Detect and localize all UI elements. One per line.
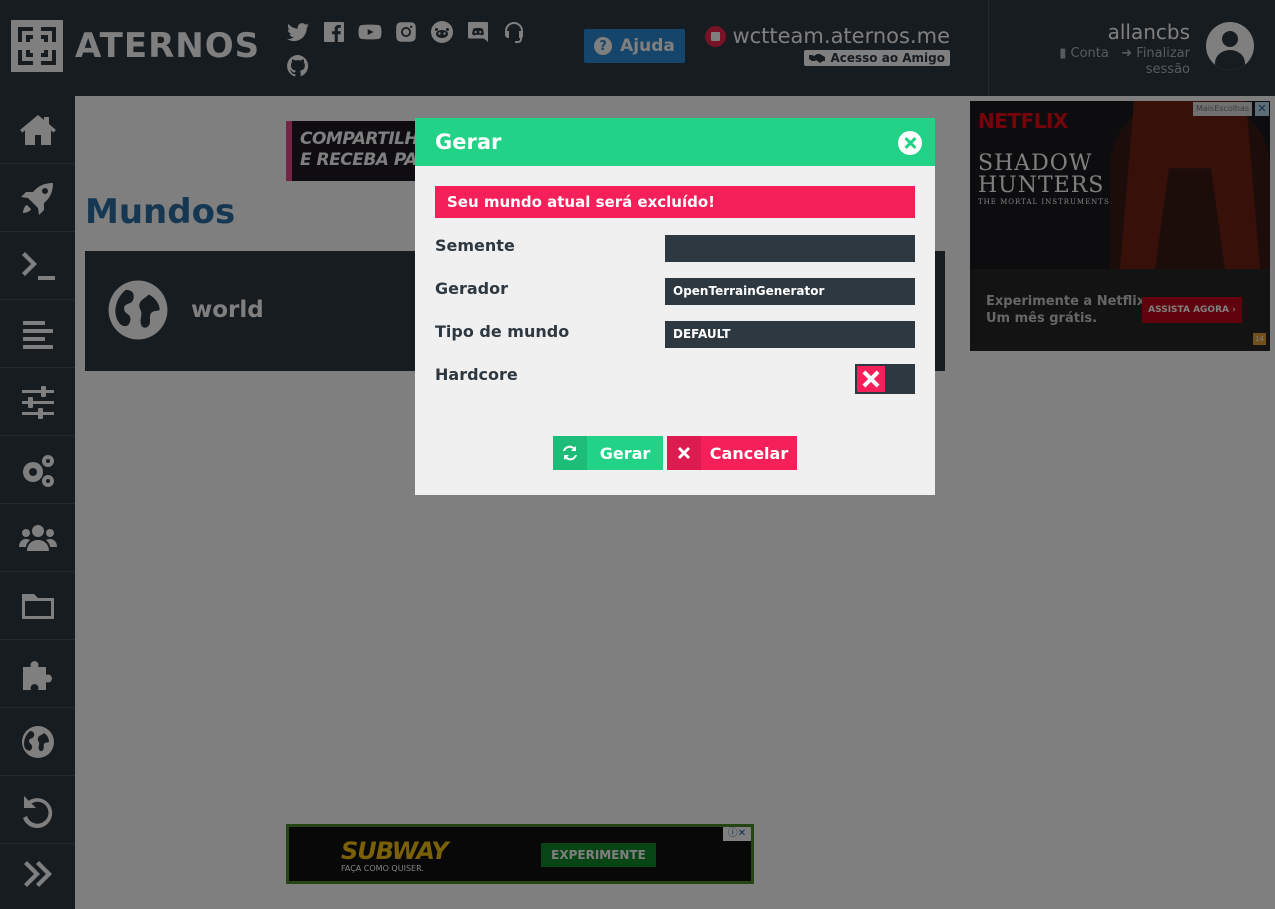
warning-banner: Seu mundo atual será excluído! <box>435 186 915 218</box>
generator-select[interactable]: OpenTerrainGenerator <box>665 278 915 305</box>
hardcore-toggle[interactable] <box>855 364 915 394</box>
cancel-button-label: Cancelar <box>709 443 789 463</box>
hardcore-label: Hardcore <box>435 365 518 384</box>
toggle-off-x-icon <box>857 366 885 392</box>
seed-label: Semente <box>435 236 515 255</box>
generator-label: Gerador <box>435 279 509 298</box>
cancel-button[interactable]: Cancelar <box>667 436 797 470</box>
close-icon[interactable] <box>898 131 922 155</box>
generate-button[interactable]: Gerar <box>553 436 663 470</box>
seed-input[interactable] <box>665 235 915 262</box>
world-type-label: Tipo de mundo <box>435 322 570 341</box>
generate-button-label: Gerar <box>599 443 651 463</box>
world-type-select[interactable]: DEFAULT <box>665 321 915 348</box>
dialog-header: Gerar <box>415 118 935 166</box>
refresh-icon <box>563 445 577 461</box>
dialog-title: Gerar <box>435 130 502 154</box>
x-icon <box>678 447 690 459</box>
generate-dialog: Gerar Seu mundo atual será excluído! Sem… <box>415 118 935 495</box>
